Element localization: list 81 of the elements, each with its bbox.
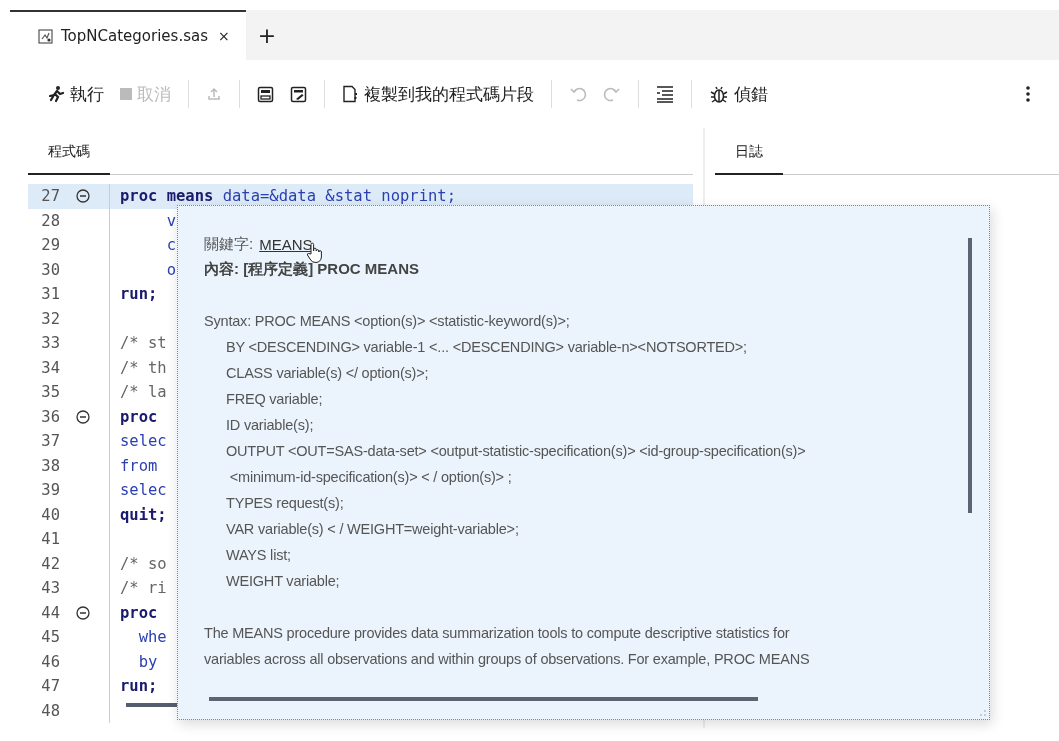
line-number: 33 bbox=[40, 334, 61, 353]
code-line: c bbox=[165, 236, 176, 255]
code-tab[interactable]: 程式碼 bbox=[28, 143, 110, 175]
syntax-line: Syntax: PROC MEANS <option(s)> <statistic-keyword(s)>; bbox=[204, 312, 571, 331]
code-line: by bbox=[137, 652, 158, 671]
syntax-line: WEIGHT variable; bbox=[225, 572, 341, 591]
syntax-line: ID variable(s); bbox=[225, 416, 315, 435]
line-number: 48 bbox=[40, 701, 61, 720]
line-number: 31 bbox=[40, 285, 61, 304]
resize-grip-icon[interactable] bbox=[979, 709, 987, 717]
syntax-line: CLASS variable(s) </ option(s)>; bbox=[225, 364, 430, 383]
code-line: /* st bbox=[119, 334, 167, 353]
context-text: 內容: [程序定義] PROC MEANS bbox=[204, 259, 420, 279]
line-number: 42 bbox=[40, 554, 61, 573]
upload-arrow-icon bbox=[206, 86, 222, 102]
syntax-line: <minimum-id-specification(s)> < / option(s)> ; bbox=[228, 468, 513, 487]
syntax-line: VAR variable(s) < / WEIGHT=weight-variable>; bbox=[225, 520, 520, 539]
log-tab[interactable]: 日誌 bbox=[715, 143, 783, 175]
line-number: 43 bbox=[40, 579, 61, 598]
code-line: run; bbox=[119, 677, 158, 696]
code-line: selec bbox=[119, 481, 167, 500]
syntax-line: BY <DESCENDING> variable-1 <... <DESCENDING> variable-n><NOTSORTED>; bbox=[225, 338, 748, 357]
line-number: 30 bbox=[40, 260, 61, 279]
syntax-line: TYPES request(s); bbox=[225, 494, 345, 513]
bug-icon bbox=[709, 84, 729, 104]
disk-with-pencil-icon bbox=[290, 85, 307, 103]
code-line: whe bbox=[137, 628, 167, 647]
syntax-line: OUTPUT <OUT=SAS-data-set> <output-statistic-specification(s)> <id-group-specification(s)> bbox=[225, 442, 807, 461]
code-line: /* ri bbox=[119, 579, 167, 598]
debug-button[interactable]: 偵錯 bbox=[704, 78, 773, 110]
collapse-icon[interactable] bbox=[76, 605, 90, 620]
syntax-line: WAYS list; bbox=[225, 546, 292, 565]
collapse-icon[interactable] bbox=[76, 409, 90, 424]
line-number: 45 bbox=[40, 628, 61, 647]
code-line: /* th bbox=[119, 358, 167, 377]
document-icon bbox=[342, 85, 359, 103]
keyword-label: 關鍵字: bbox=[204, 234, 254, 254]
line-number: 38 bbox=[40, 456, 61, 475]
copy-to-snippets-button[interactable]: 複製到我的程式碼片段 bbox=[337, 78, 539, 110]
line-number: 44 bbox=[40, 603, 61, 622]
code-line: /* la bbox=[119, 383, 167, 402]
line-number: 37 bbox=[40, 432, 61, 451]
description-text: The MEANS procedure provides data summarization tools to compute descriptive statistics for bbox=[204, 624, 791, 643]
code-line: selec bbox=[119, 432, 167, 451]
code-line: quit; bbox=[119, 505, 167, 524]
file-tab[interactable]: TopNCategories.sas × bbox=[10, 10, 246, 60]
code-line: proc means data=&data &stat noprint; bbox=[119, 187, 456, 206]
vertical-scrollbar[interactable] bbox=[968, 238, 972, 513]
line-number: 29 bbox=[40, 236, 61, 255]
program-file-icon bbox=[38, 28, 53, 44]
code-line: proc bbox=[119, 603, 158, 622]
code-line: run; bbox=[119, 285, 158, 304]
stop-square-icon bbox=[120, 88, 132, 100]
line-number: 34 bbox=[40, 358, 61, 377]
syntax-line: FREQ variable; bbox=[225, 390, 324, 409]
new-tab-button[interactable]: + bbox=[245, 10, 289, 60]
code-line: v bbox=[165, 211, 176, 230]
code-line: o bbox=[165, 260, 176, 279]
line-number: 27 bbox=[40, 187, 61, 206]
line-number: 47 bbox=[40, 677, 61, 696]
close-tab-button[interactable]: × bbox=[218, 28, 230, 44]
line-number: 32 bbox=[40, 309, 61, 328]
description-text: variables across all observations and within groups of observations. For example, PROC MEANS bbox=[204, 650, 811, 669]
code-line: from bbox=[119, 456, 158, 475]
line-number: 40 bbox=[40, 505, 61, 524]
vertical-dots-icon bbox=[1026, 86, 1030, 102]
line-number: 39 bbox=[40, 481, 61, 500]
code-line: /* so bbox=[119, 554, 167, 573]
undo-icon bbox=[569, 85, 587, 103]
code-line: proc bbox=[119, 407, 158, 426]
indented-lines-icon bbox=[656, 85, 674, 103]
horizontal-scrollbar[interactable] bbox=[209, 697, 758, 701]
line-number: 36 bbox=[40, 407, 61, 426]
line-number: 41 bbox=[40, 530, 61, 549]
collapse-icon[interactable] bbox=[76, 189, 90, 204]
line-number: 28 bbox=[40, 211, 61, 230]
running-figure-icon bbox=[47, 85, 65, 103]
redo-icon bbox=[603, 85, 621, 103]
run-button[interactable]: 執行 bbox=[42, 78, 109, 110]
line-number: 35 bbox=[40, 383, 61, 402]
line-number: 46 bbox=[40, 652, 61, 671]
